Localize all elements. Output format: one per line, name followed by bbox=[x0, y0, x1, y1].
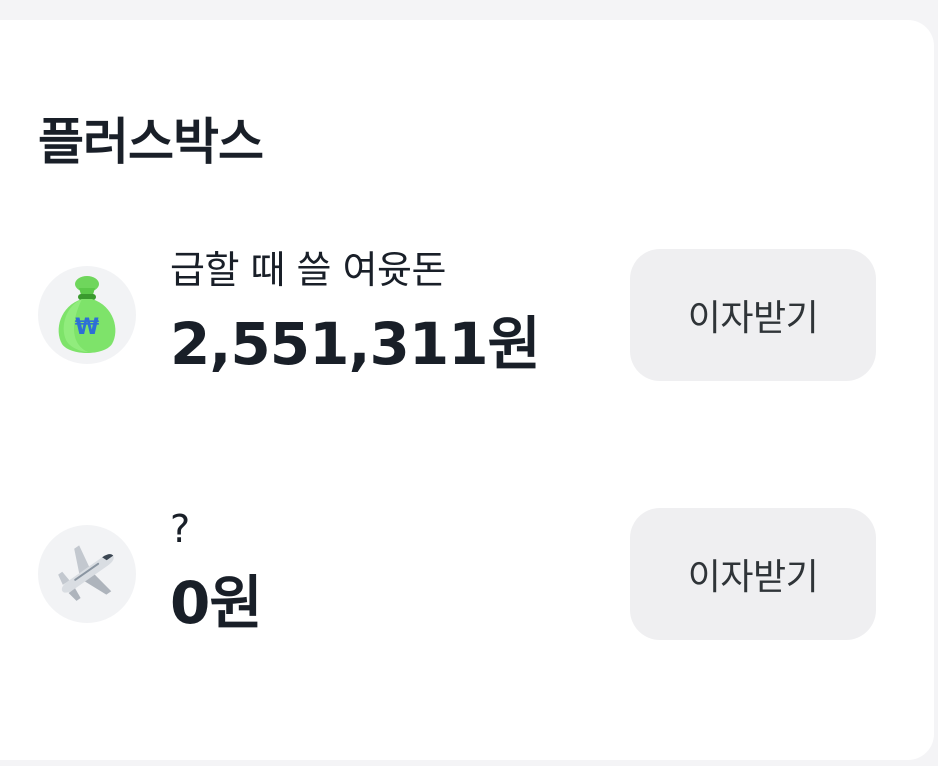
receive-interest-button[interactable]: 이자받기 bbox=[630, 508, 876, 640]
account-label: ? bbox=[170, 507, 190, 551]
account-row-travel[interactable]: ? 0원 이자받기 bbox=[0, 505, 938, 645]
section-title: 플러스박스 bbox=[38, 113, 264, 171]
airplane-icon bbox=[38, 525, 136, 623]
account-amount: 2,551,311원 bbox=[170, 310, 541, 378]
svg-text:₩: ₩ bbox=[75, 315, 99, 340]
account-label: 급할 때 쓸 여윳돈 bbox=[170, 248, 446, 292]
receive-interest-button[interactable]: 이자받기 bbox=[630, 249, 876, 381]
money-bag-icon: ₩ bbox=[38, 266, 136, 364]
account-amount: 0원 bbox=[170, 569, 263, 637]
account-row-emergency-fund[interactable]: ₩ 급할 때 쓸 여윳돈 2,551,311원 이자받기 bbox=[0, 246, 938, 386]
